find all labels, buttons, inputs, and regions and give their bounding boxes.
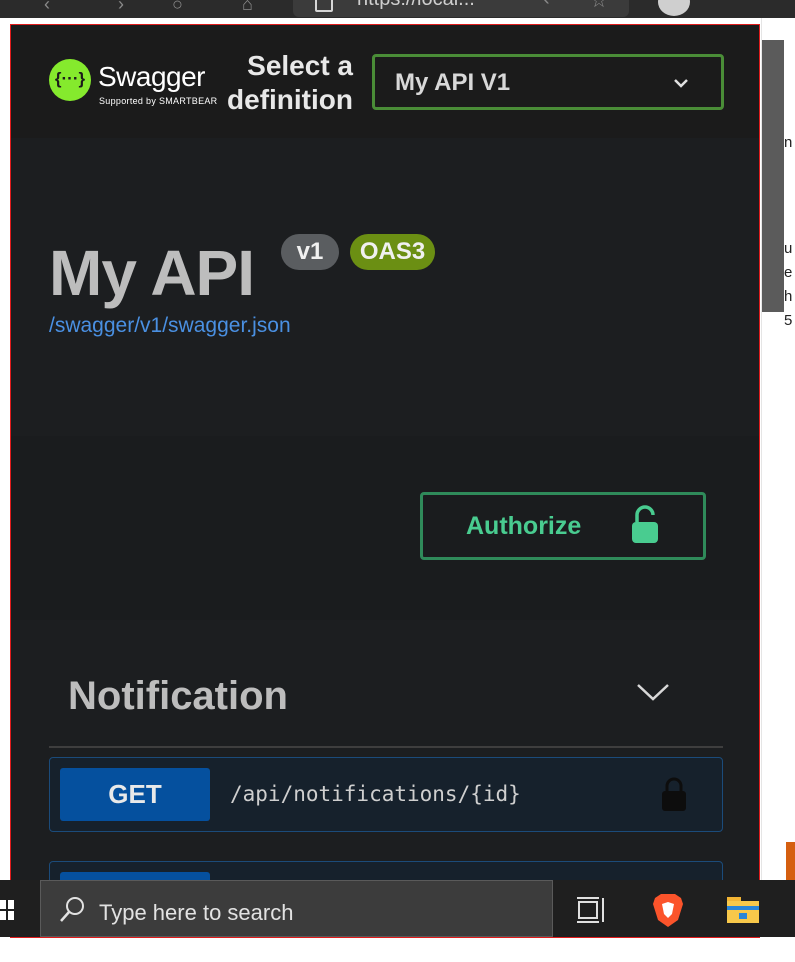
operation-path: /api/notifications/{id}: [230, 782, 521, 806]
select-definition-label: Select a definition: [227, 50, 353, 115]
task-view-icon[interactable]: [576, 896, 606, 924]
tag-divider: [49, 746, 723, 748]
swagger-logo-icon[interactable]: {···}: [49, 59, 91, 101]
lock-icon[interactable]: [660, 776, 688, 812]
unlock-icon: [632, 505, 658, 543]
background-text-fragment: n: [784, 134, 793, 151]
brave-browser-icon[interactable]: [651, 892, 685, 928]
background-scrollbar: [762, 40, 784, 312]
home-icon[interactable]: ⌂: [242, 0, 253, 15]
scheme-container: Authorize: [11, 436, 759, 620]
api-info: My API v1 OAS3 /swagger/v1/swagger.json: [11, 138, 759, 436]
taskbar-search[interactable]: Type here to search: [40, 880, 553, 937]
forward-icon[interactable]: ›: [118, 0, 124, 15]
tag-title[interactable]: Notification: [68, 674, 288, 719]
translate-icon[interactable]: ‹: [543, 0, 550, 11]
background-text-fragment: 5: [784, 312, 793, 329]
background-text-fragment: h: [784, 288, 793, 305]
swagger-topbar: {···} Swagger Supported by SMARTBEAR Sel…: [11, 25, 759, 138]
back-icon[interactable]: ‹: [44, 0, 50, 15]
windows-start-icon[interactable]: [0, 900, 14, 920]
favorite-icon[interactable]: ☆: [590, 0, 608, 13]
definition-select-value: My API V1: [395, 69, 511, 96]
refresh-icon[interactable]: ○: [172, 0, 183, 15]
address-bar-url: https://local...: [357, 0, 475, 11]
method-badge: GET: [60, 768, 210, 821]
oas-badge: OAS3: [350, 234, 435, 270]
version-badge: v1: [281, 234, 339, 270]
browser-toolbar: ‹ › ○ ⌂ https://local... ‹ ☆: [0, 0, 795, 18]
profile-avatar[interactable]: [658, 0, 690, 16]
swagger-ui: {···} Swagger Supported by SMARTBEAR Sel…: [10, 24, 760, 938]
swagger-logo-sub: Supported by SMARTBEAR: [99, 96, 218, 106]
address-bar[interactable]: https://local... ‹ ☆: [293, 0, 629, 17]
lock-icon: [315, 0, 333, 12]
authorize-button[interactable]: Authorize: [420, 492, 706, 560]
chevron-down-icon[interactable]: [635, 680, 671, 704]
background-text-fragment: e: [784, 264, 793, 281]
background-text-fragment: u: [784, 240, 793, 257]
spec-link[interactable]: /swagger/v1/swagger.json: [49, 314, 291, 338]
api-title: My API: [49, 237, 255, 309]
file-explorer-icon[interactable]: [726, 894, 760, 924]
taskbar: Type here to search: [0, 880, 795, 937]
swagger-logo-name: Swagger: [98, 61, 206, 92]
background-window: n u e h 5: [761, 18, 795, 898]
search-icon: [60, 897, 84, 922]
search-placeholder: Type here to search: [99, 900, 294, 925]
chevron-down-icon: [674, 79, 688, 88]
definition-select[interactable]: My API V1: [372, 54, 724, 110]
authorize-label: Authorize: [466, 512, 582, 540]
background-orange-block: [786, 842, 795, 882]
operation-row[interactable]: GET /api/notifications/{id}: [49, 757, 723, 832]
